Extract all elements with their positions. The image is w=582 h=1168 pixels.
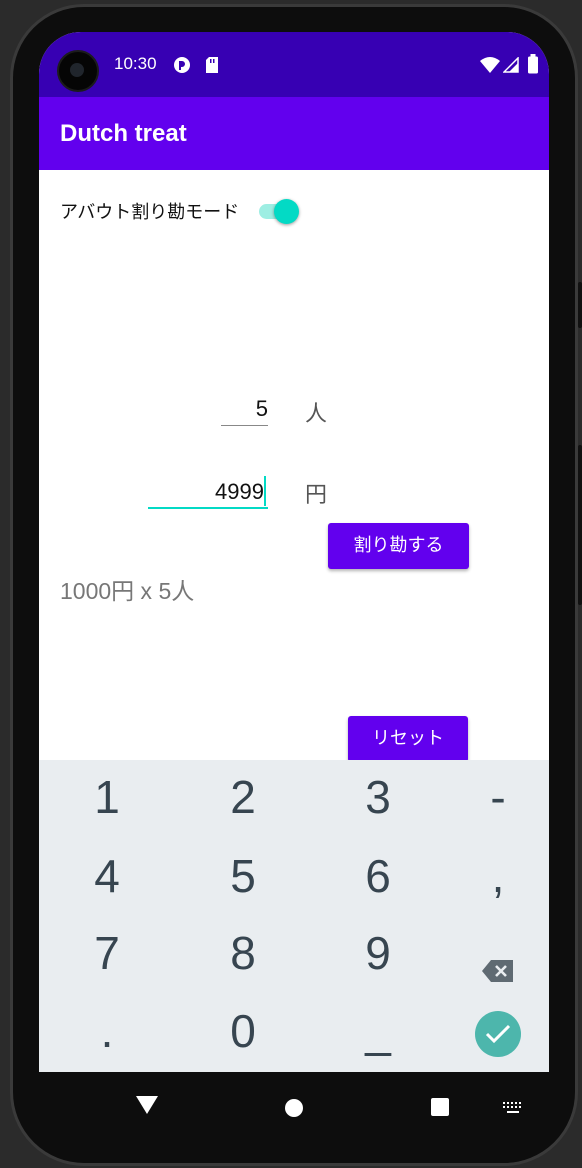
key-8[interactable]: 8 — [183, 926, 303, 980]
home-nav-icon[interactable] — [284, 1098, 304, 1122]
result-text: 1000円 x 5人 — [60, 578, 195, 604]
about-mode-switch[interactable] — [257, 196, 301, 226]
key-underscore[interactable]: _ — [318, 1004, 438, 1058]
numeric-keyboard: 1 2 3 - 4 5 6 , 7 8 9 . 0 _ — [39, 760, 549, 1072]
status-bar: 10:30 — [39, 32, 549, 97]
backspace-icon — [482, 960, 513, 982]
checkmark-icon — [475, 1011, 521, 1057]
system-nav-bar — [39, 1076, 549, 1138]
keyboard-switch-icon[interactable] — [502, 1100, 524, 1119]
key-6[interactable]: 6 — [318, 849, 438, 903]
amount-value: 4999 — [215, 479, 264, 504]
recents-nav-icon[interactable] — [430, 1097, 450, 1121]
text-cursor — [264, 476, 266, 506]
switch-thumb — [274, 199, 299, 224]
phone-side-button — [578, 282, 582, 328]
app-bar: Dutch treat — [39, 97, 549, 170]
key-1[interactable]: 1 — [47, 770, 167, 824]
amount-input[interactable]: 4999 — [148, 476, 268, 509]
key-minus[interactable]: - — [438, 770, 549, 824]
key-2[interactable]: 2 — [183, 770, 303, 824]
backspace-key[interactable] — [438, 940, 549, 982]
key-4[interactable]: 4 — [47, 849, 167, 903]
about-mode-label: アバウト割り勘モード — [60, 202, 240, 223]
front-camera — [57, 50, 99, 92]
key-comma[interactable]: , — [438, 849, 549, 903]
cellular-signal-icon — [502, 56, 519, 77]
amount-unit-label: 円 — [305, 483, 328, 508]
battery-icon — [527, 54, 539, 78]
key-9[interactable]: 9 — [318, 926, 438, 980]
split-button[interactable]: 割り勘する — [328, 523, 469, 569]
key-period[interactable]: . — [47, 1004, 167, 1058]
key-0[interactable]: 0 — [183, 1004, 303, 1058]
key-3[interactable]: 3 — [318, 770, 438, 824]
key-5[interactable]: 5 — [183, 849, 303, 903]
screen: 10:30 Dutch treat アバウト割り勘モード 5 人 4999 円 — [39, 32, 549, 1072]
sd-card-icon — [205, 56, 219, 78]
app-title: Dutch treat — [60, 120, 187, 147]
back-nav-icon[interactable] — [136, 1094, 158, 1118]
people-input[interactable]: 5 — [221, 396, 268, 426]
status-time: 10:30 — [114, 54, 157, 73]
notification-icon — [173, 56, 191, 78]
key-7[interactable]: 7 — [47, 926, 167, 980]
phone-volume-button — [578, 445, 582, 605]
people-unit-label: 人 — [305, 402, 328, 427]
reset-button[interactable]: リセット — [348, 716, 468, 762]
done-key[interactable] — [438, 1010, 549, 1060]
wifi-icon — [480, 56, 500, 78]
main-content: アバウト割り勘モード 5 人 4999 円 割り勘する 1000円 x 5人 リ… — [39, 170, 549, 762]
